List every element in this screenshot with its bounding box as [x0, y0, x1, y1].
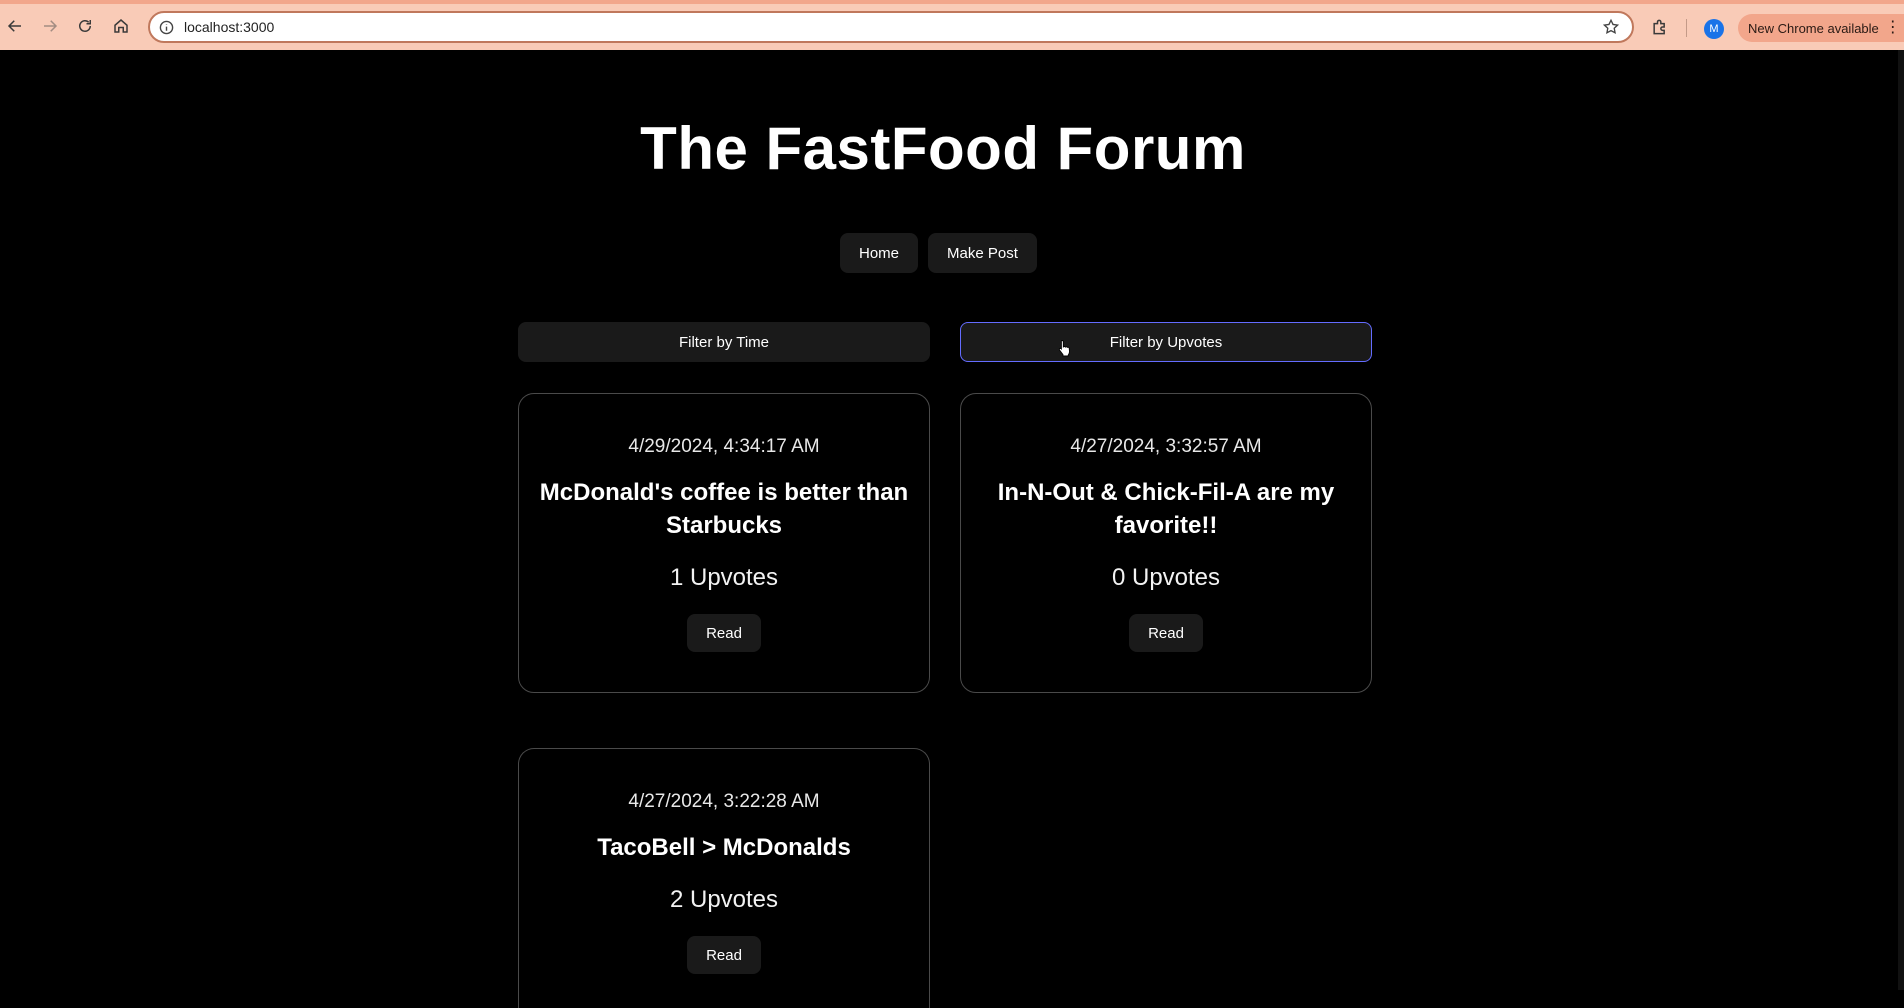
post-upvotes: 2 Upvotes: [669, 886, 779, 913]
filter-by-time-button[interactable]: Filter by Time: [518, 322, 930, 362]
forward-icon[interactable]: [37, 13, 63, 39]
toolbar-divider: [1686, 19, 1687, 37]
post-upvotes: 1 Upvotes: [669, 564, 779, 591]
make-post-button[interactable]: Make Post: [928, 233, 1037, 273]
page-title: The FastFood Forum: [640, 115, 1246, 182]
browser-toolbar: localhost:3000 M New Chrome available ⋮: [0, 0, 1904, 50]
read-button[interactable]: Read: [687, 614, 761, 652]
post-date: 4/29/2024, 4:34:17 AM: [628, 436, 820, 457]
post-date: 4/27/2024, 3:32:57 AM: [1070, 436, 1262, 457]
profile-avatar[interactable]: M: [1704, 19, 1724, 39]
post-title: McDonald's coffee is better than Starbuc…: [539, 479, 909, 539]
url-text[interactable]: localhost:3000: [184, 19, 274, 35]
post-title: In-N-Out & Chick-Fil-A are my favorite!!: [997, 479, 1335, 539]
update-chrome-button[interactable]: New Chrome available ⋮: [1738, 14, 1904, 42]
update-chrome-label: New Chrome available: [1748, 20, 1879, 36]
post-card: 4/27/2024, 3:22:28 AM TacoBell > McDonal…: [518, 748, 930, 1008]
hand-cursor-icon: [1058, 340, 1070, 357]
address-bar[interactable]: localhost:3000: [148, 11, 1634, 43]
back-icon[interactable]: [2, 13, 28, 39]
extensions-puzzle-icon[interactable]: [1650, 17, 1670, 37]
bookmark-star-icon[interactable]: [1602, 18, 1620, 36]
menu-dots-icon[interactable]: ⋮: [1885, 20, 1901, 36]
main-nav: Home Make Post: [840, 233, 1037, 273]
post-card: 4/29/2024, 4:34:17 AM McDonald's coffee …: [518, 393, 930, 693]
reload-icon[interactable]: [72, 13, 98, 39]
post-date: 4/27/2024, 3:22:28 AM: [628, 791, 820, 812]
read-button[interactable]: Read: [687, 936, 761, 974]
filter-bar: Filter by Time Filter by Upvotes: [518, 322, 1372, 362]
post-card: 4/27/2024, 3:32:57 AM In-N-Out & Chick-F…: [960, 393, 1372, 693]
home-button[interactable]: Home: [840, 233, 919, 273]
read-button[interactable]: Read: [1129, 614, 1203, 652]
filter-by-upvotes-button[interactable]: Filter by Upvotes: [960, 322, 1372, 362]
page-content: The FastFood Forum Home Make Post Filter…: [0, 50, 1898, 1008]
post-title: TacoBell > McDonalds: [597, 834, 851, 861]
home-icon[interactable]: [108, 13, 134, 39]
page-scrollbar[interactable]: [1898, 50, 1904, 990]
post-upvotes: 0 Upvotes: [1111, 564, 1221, 591]
site-info-icon[interactable]: [158, 19, 174, 35]
